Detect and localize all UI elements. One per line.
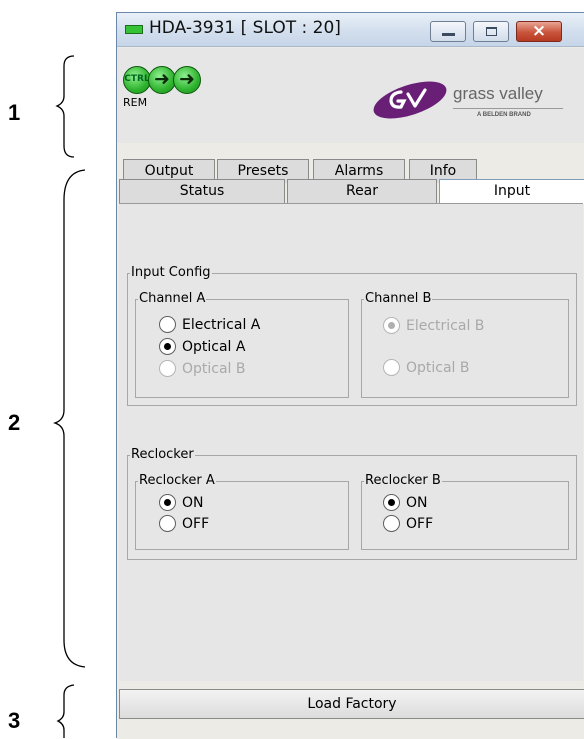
- radio-reclocker-a-on[interactable]: ON: [159, 494, 204, 511]
- radio-electrical-b[interactable]: Electrical B: [383, 317, 484, 334]
- tab-area: Output Presets Alarms Info Status Rear I…: [117, 143, 584, 683]
- window-title: HDA-3931 [ SLOT : 20]: [149, 18, 341, 38]
- minimize-button[interactable]: [430, 21, 466, 42]
- gv-logo-icon: [373, 81, 447, 119]
- brand-divider: [453, 108, 563, 109]
- status-header: CTRL ➜ ➜ REM grass valley A BELDEN BRAND: [117, 48, 584, 143]
- radio-label: OFF: [182, 515, 210, 532]
- channel-b-group: Channel B: [361, 292, 569, 398]
- footer: Load Factory: [117, 683, 584, 739]
- radio-label: OFF: [406, 515, 434, 532]
- ctrl-label: CTRL: [124, 74, 150, 84]
- radio-button-icon: [383, 494, 400, 511]
- radio-optical-a[interactable]: Optical A: [159, 338, 245, 355]
- arrow-right-icon: ➜: [154, 68, 170, 90]
- callout-number-1: 1: [8, 100, 21, 125]
- callout-brace-2: [52, 169, 86, 668]
- radio-label: ON: [406, 494, 428, 511]
- radio-reclocker-b-off[interactable]: OFF: [383, 515, 433, 532]
- load-factory-button[interactable]: Load Factory: [119, 689, 584, 719]
- device-window: HDA-3931 [ SLOT : 20] × CTRL ➜ ➜ REM gra…: [116, 12, 584, 739]
- radio-label: Optical B: [406, 359, 470, 376]
- callout-brace-1: [55, 55, 75, 158]
- reclocker-b-title: Reclocker B: [365, 473, 441, 488]
- radio-optical-b-channel-a[interactable]: Optical B: [159, 360, 246, 377]
- brand-tagline: A BELDEN BRAND: [477, 112, 531, 118]
- callout-brace-3: [56, 684, 75, 738]
- radio-label: ON: [182, 494, 204, 511]
- radio-electrical-a[interactable]: Electrical A: [159, 316, 260, 333]
- radio-button-icon: [383, 359, 400, 376]
- input-config-title: Input Config: [131, 265, 211, 280]
- radio-label: Electrical A: [182, 316, 261, 333]
- title-bar[interactable]: HDA-3931 [ SLOT : 20] ×: [117, 13, 584, 47]
- radio-label: Electrical B: [406, 317, 485, 334]
- close-button[interactable]: ×: [516, 21, 562, 42]
- tab-status[interactable]: Status: [119, 179, 285, 203]
- channel-b-title: Channel B: [365, 291, 432, 306]
- radio-button-icon: [159, 360, 176, 377]
- radio-reclocker-a-off[interactable]: OFF: [159, 515, 209, 532]
- radio-button-icon: [159, 338, 176, 355]
- status-led-icon: [125, 25, 143, 34]
- reclocker-a-title: Reclocker A: [139, 473, 215, 488]
- radio-optical-b[interactable]: Optical B: [383, 359, 470, 376]
- tab-input[interactable]: Input: [439, 179, 584, 204]
- maximize-button[interactable]: [473, 21, 509, 42]
- rem-label: REM: [123, 96, 148, 109]
- callout-number-2: 2: [8, 410, 21, 435]
- reclocker-title: Reclocker: [131, 447, 194, 462]
- signal-arrow-icon[interactable]: ➜: [148, 66, 176, 94]
- close-icon: ×: [531, 21, 547, 41]
- radio-button-icon: [383, 515, 400, 532]
- tab-rear[interactable]: Rear: [287, 179, 437, 203]
- radio-button-icon: [159, 494, 176, 511]
- minimize-icon: [442, 33, 455, 36]
- ctrl-status-icon[interactable]: CTRL: [123, 66, 151, 94]
- radio-button-icon: [159, 515, 176, 532]
- brand-name: grass valley: [453, 84, 543, 103]
- callout-number-3: 3: [8, 708, 21, 733]
- radio-button-icon: [159, 316, 176, 333]
- radio-button-icon: [383, 317, 400, 334]
- input-tab-panel: Input Config Channel A Electrical A Opti…: [119, 203, 583, 681]
- signal-arrow-icon[interactable]: ➜: [173, 66, 201, 94]
- channel-a-title: Channel A: [139, 291, 206, 306]
- radio-label: Optical B: [182, 360, 246, 377]
- reclocker-a-group: Reclocker A: [135, 474, 349, 550]
- maximize-icon: [486, 27, 497, 36]
- reclocker-b-group: Reclocker B: [361, 474, 569, 550]
- radio-reclocker-b-on[interactable]: ON: [383, 494, 428, 511]
- radio-label: Optical A: [182, 338, 246, 355]
- arrow-right-icon: ➜: [179, 68, 195, 90]
